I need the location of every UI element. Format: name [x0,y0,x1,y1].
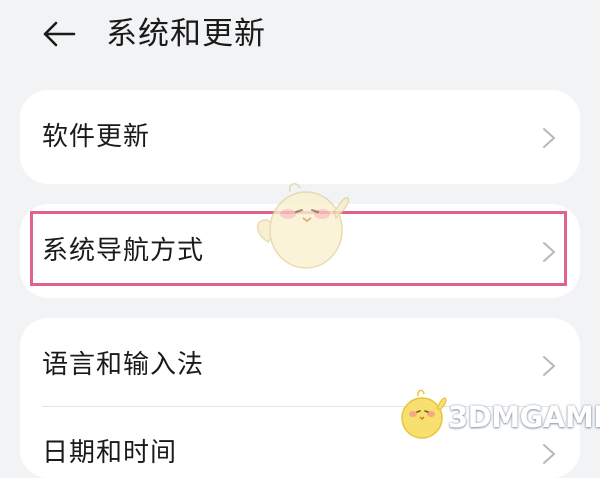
watermark-text: 3DMGAME [448,400,600,434]
mascot-icon [256,182,350,269]
list-item-software-update[interactable]: 软件更新 [20,90,580,184]
list-item-label: 系统导航方式 [42,236,205,266]
list-item-label: 日期和时间 [42,438,178,468]
back-button[interactable] [36,14,82,54]
mascot-small-icon [401,389,447,439]
watermark-logo: 3DMGAME [396,384,600,446]
chevron-right-icon [543,128,555,148]
page-title: 系统和更新 [106,16,266,52]
chevron-right-icon [543,444,555,464]
app-header: 系统和更新 [0,0,600,70]
list-item-label: 语言和输入法 [42,350,205,380]
list-item-label: 软件更新 [42,122,151,152]
chevron-right-icon [543,242,555,262]
settings-group-1: 软件更新 [20,90,580,184]
arrow-left-icon [43,21,76,47]
chevron-right-icon [543,356,555,376]
